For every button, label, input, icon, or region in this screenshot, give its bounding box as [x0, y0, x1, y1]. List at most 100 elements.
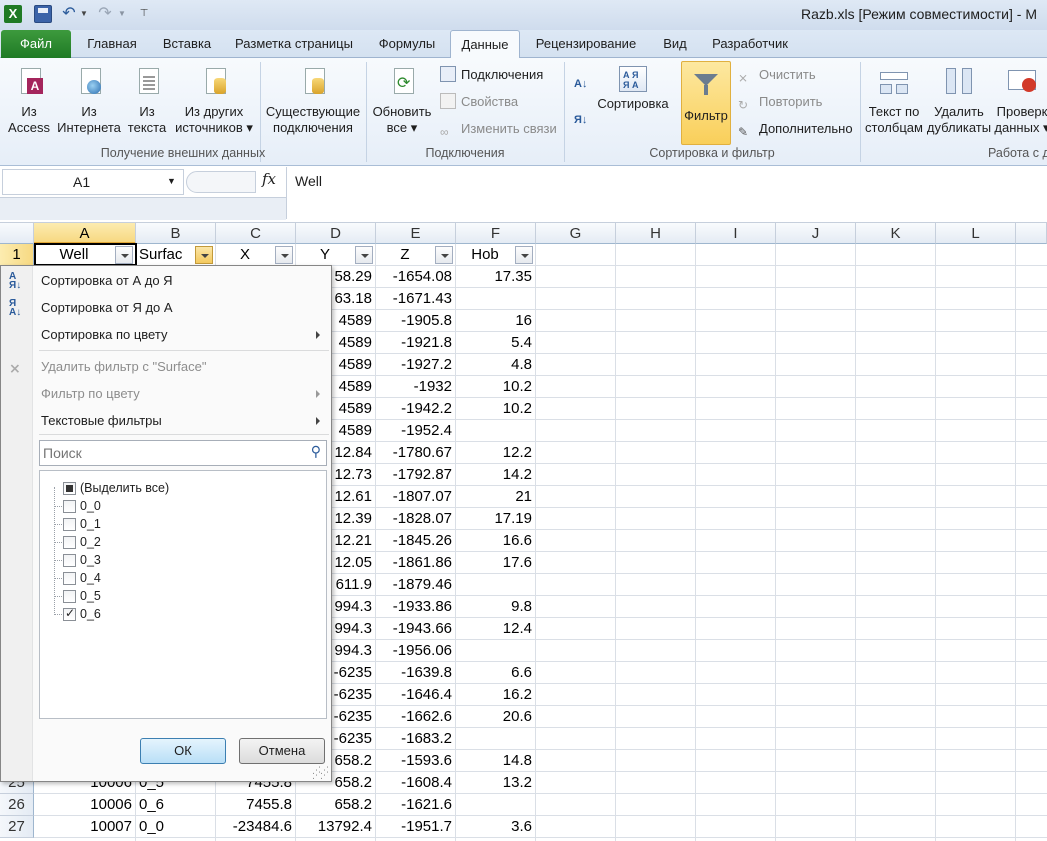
from-access-button[interactable]: A Из Access: [4, 66, 54, 136]
header-cell[interactable]: Z: [376, 244, 434, 266]
column-header-h[interactable]: H: [616, 223, 696, 244]
data-cell[interactable]: 20.6: [456, 706, 535, 728]
data-cell[interactable]: -1671.43: [376, 288, 455, 310]
filter-value-checkbox[interactable]: [63, 554, 76, 567]
formula-input[interactable]: Well: [286, 167, 1047, 219]
from-web-button[interactable]: Из Интернета: [56, 66, 122, 136]
clear-filter-button[interactable]: ⨯ Очистить: [738, 65, 816, 85]
data-cell[interactable]: -1593.6: [376, 750, 455, 772]
data-cell[interactable]: -1845.26: [376, 530, 455, 552]
data-cell[interactable]: -1654.08: [376, 266, 455, 288]
header-cell[interactable]: Well: [34, 244, 114, 266]
from-text-button[interactable]: Из текста: [124, 66, 170, 136]
data-cell[interactable]: 9.8: [456, 596, 535, 618]
data-cell[interactable]: -1951.7: [376, 816, 455, 838]
data-cell[interactable]: 658.2: [296, 794, 375, 816]
data-cell[interactable]: -1828.07: [376, 508, 455, 530]
menu-filter-by-color[interactable]: Фильтр по цвету: [41, 383, 140, 405]
data-validation-button[interactable]: Проверк данных ▾: [992, 66, 1047, 136]
filter-value-label[interactable]: 0_0: [80, 497, 101, 515]
data-cell[interactable]: -1943.66: [376, 618, 455, 640]
data-cell[interactable]: 0_0: [136, 816, 215, 838]
redo-dropdown-icon[interactable]: ▼: [118, 5, 128, 23]
data-cell[interactable]: [456, 794, 535, 816]
tab-home[interactable]: Главная: [78, 30, 146, 58]
filter-value-label[interactable]: 0_6: [80, 605, 101, 623]
remove-duplicates-button[interactable]: Удалить дубликаты: [926, 66, 992, 136]
data-cell[interactable]: -1646.4: [376, 684, 455, 706]
data-cell[interactable]: 16.6: [456, 530, 535, 552]
filter-button[interactable]: Фильтр: [681, 61, 731, 145]
sort-z-a-button[interactable]: Я↓: [574, 110, 587, 130]
column-header-g[interactable]: G: [536, 223, 616, 244]
data-cell[interactable]: -1780.67: [376, 442, 455, 464]
select-all-corner[interactable]: [0, 223, 34, 244]
data-cell[interactable]: -1639.8: [376, 662, 455, 684]
data-cell[interactable]: 10006: [34, 794, 135, 816]
data-cell[interactable]: 10.2: [456, 398, 535, 420]
redo-icon[interactable]: ↷: [96, 5, 114, 23]
row-header[interactable]: 27: [0, 816, 34, 838]
insert-function-icon[interactable]: fx: [262, 170, 276, 188]
filter-value-label[interactable]: 0_5: [80, 587, 101, 605]
data-cell[interactable]: -1956.06: [376, 640, 455, 662]
filter-dropdown-button[interactable]: [515, 246, 533, 264]
column-header-k[interactable]: K: [856, 223, 936, 244]
data-cell[interactable]: -1807.07: [376, 486, 455, 508]
ok-button[interactable]: ОК: [140, 738, 226, 764]
search-icon[interactable]: ⚲: [311, 444, 321, 460]
data-cell[interactable]: 3.6: [456, 816, 535, 838]
filter-dropdown-button[interactable]: [195, 246, 213, 264]
data-cell[interactable]: 10.2: [456, 376, 535, 398]
column-header-b[interactable]: B: [136, 223, 216, 244]
data-cell[interactable]: -1621.6: [376, 794, 455, 816]
data-cell[interactable]: 17.6: [456, 552, 535, 574]
refresh-all-button[interactable]: ⟳ Обновить все ▾: [368, 66, 436, 136]
tab-page-layout[interactable]: Разметка страницы: [228, 30, 360, 58]
data-cell[interactable]: -1861.86: [376, 552, 455, 574]
column-header-i[interactable]: I: [696, 223, 776, 244]
tab-developer[interactable]: Разработчик: [704, 30, 796, 58]
name-box[interactable]: A1 ▼: [2, 169, 184, 195]
filter-value-checkbox[interactable]: [63, 500, 76, 513]
data-cell[interactable]: 17.19: [456, 508, 535, 530]
data-cell[interactable]: -1921.8: [376, 332, 455, 354]
filter-value-label[interactable]: 0_4: [80, 569, 101, 587]
save-icon[interactable]: [34, 5, 52, 23]
column-header-a[interactable]: A: [34, 223, 136, 244]
column-header-c[interactable]: C: [216, 223, 296, 244]
filter-value-label[interactable]: (Выделить все): [80, 479, 169, 497]
undo-icon[interactable]: ↶: [60, 5, 78, 23]
data-cell[interactable]: 14.2: [456, 464, 535, 486]
data-cell[interactable]: 0_6: [136, 794, 215, 816]
filter-value-label[interactable]: 0_1: [80, 515, 101, 533]
filter-values-list[interactable]: (Выделить все)0_00_10_20_30_40_50_6: [39, 470, 327, 719]
filter-value-checkbox[interactable]: [63, 606, 76, 621]
data-cell[interactable]: 4.8: [456, 354, 535, 376]
data-cell[interactable]: -1932: [376, 376, 455, 398]
filter-value-checkbox[interactable]: [63, 536, 76, 549]
column-header-j[interactable]: J: [776, 223, 856, 244]
select-all-checkbox[interactable]: [63, 482, 76, 495]
connections-button[interactable]: Подключения: [440, 65, 543, 85]
customize-qat-icon[interactable]: ⊤: [138, 5, 150, 23]
filter-dropdown-button[interactable]: [435, 246, 453, 264]
data-cell[interactable]: -1608.4: [376, 772, 455, 794]
filter-value-label[interactable]: 0_3: [80, 551, 101, 569]
row-header[interactable]: 26: [0, 794, 34, 816]
data-cell[interactable]: -1683.2: [376, 728, 455, 750]
filter-value-checkbox[interactable]: [63, 518, 76, 531]
menu-sort-descending[interactable]: Сортировка от Я до А: [41, 297, 173, 319]
filter-value-label[interactable]: 0_2: [80, 533, 101, 551]
filter-search-input[interactable]: [40, 441, 302, 465]
row-header[interactable]: 1: [0, 244, 34, 266]
undo-dropdown-icon[interactable]: ▼: [80, 5, 90, 23]
from-other-sources-button[interactable]: Из других источников ▾: [172, 66, 256, 136]
data-cell[interactable]: 16.2: [456, 684, 535, 706]
data-cell[interactable]: 5.4: [456, 332, 535, 354]
data-cell[interactable]: 21: [456, 486, 535, 508]
data-cell[interactable]: 7455.8: [216, 794, 295, 816]
advanced-filter-button[interactable]: ✎ Дополнительно: [738, 119, 853, 139]
data-cell[interactable]: -1792.87: [376, 464, 455, 486]
data-cell[interactable]: [456, 288, 535, 310]
